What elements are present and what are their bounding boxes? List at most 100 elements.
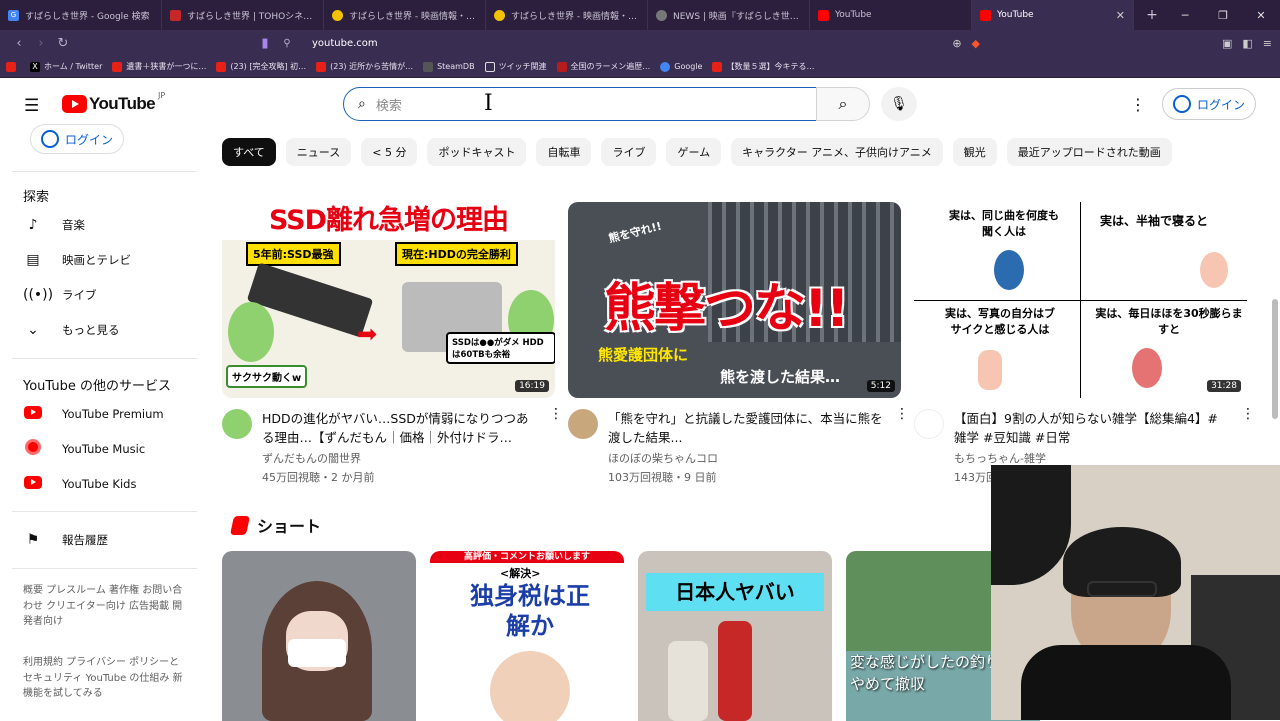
youtube-icon xyxy=(112,61,123,72)
sidebar-login-button[interactable]: ログイン xyxy=(30,124,125,154)
sidebar-item-movies[interactable]: ▤ 映画とテレビ xyxy=(23,248,131,272)
video-title[interactable]: HDDの進化がヤバい…SSDが情弱になりつつある理由…【ずんだもん｜価格｜外付け… xyxy=(262,409,537,447)
channel-name[interactable]: もちっちゃん-雑学 xyxy=(954,450,1229,466)
channel-name[interactable]: ずんだもんの闇世界 xyxy=(262,450,537,466)
chip[interactable]: < 5 分 xyxy=(361,138,418,166)
menu-icon[interactable]: ≡ xyxy=(1263,37,1272,50)
sidebar-item-music-service[interactable]: YouTube Music xyxy=(23,437,145,461)
chip[interactable]: 最近アップロードされた動画 xyxy=(1006,138,1172,166)
youtube-icon xyxy=(712,61,723,72)
close-icon[interactable]: ✕ xyxy=(1116,9,1125,22)
youtube-logo[interactable]: YouTube JP xyxy=(62,91,165,114)
bookmark-item[interactable]: 【数量５選】今キテる… xyxy=(712,61,814,72)
chip[interactable]: 観光 xyxy=(952,138,997,166)
browser-tab[interactable]: NEWS | 映画『すばらしき世界』オフィシャル xyxy=(648,0,810,30)
video-title[interactable]: 【面白】9割の人が知らない雑学【総集編4】#雑学 #豆知識 #日常 xyxy=(954,409,1229,447)
close-window-icon[interactable]: ✕ xyxy=(1242,9,1280,22)
short-card[interactable]: 高評価・コメントお願いします <解決> 独身税は正解か xyxy=(430,551,624,721)
bookmark-item[interactable]: (23) [完全攻略] 初… xyxy=(216,61,306,72)
bookmark-item[interactable]: ツイッチ関連 xyxy=(484,61,547,72)
chip[interactable]: ライブ xyxy=(601,138,657,166)
zoom-icon[interactable]: ⊕ xyxy=(952,37,961,50)
bookmark-item[interactable]: 遺書＋狭書が一つに… xyxy=(112,61,206,72)
bookmark-item[interactable]: SteamDB xyxy=(423,61,475,72)
browser-tab-active[interactable]: YouTube ✕ xyxy=(972,0,1134,30)
brave-shield-icon[interactable]: ◆ xyxy=(972,37,980,50)
channel-avatar[interactable] xyxy=(914,409,944,439)
thumb-caption: 実は、半袖で寝ると xyxy=(1100,214,1209,228)
more-options-icon[interactable]: ⋮ xyxy=(1130,95,1146,114)
browser-tab[interactable]: G すばらしき世界 - Google 検索 xyxy=(0,0,162,30)
sidebar-item-label: YouTube Kids xyxy=(62,477,137,491)
chip[interactable]: ニュース xyxy=(285,138,352,166)
duration-badge: 31:28 xyxy=(1207,380,1241,392)
video-meta: 103万回視聴・9 日前 xyxy=(608,471,717,484)
voice-search-button[interactable]: 🎙 xyxy=(881,87,917,121)
chip[interactable]: すべて xyxy=(222,138,276,166)
video-card[interactable]: 実は、同じ曲を何度も聞く人は 実は、半袖で寝ると 実は、写真の自分はブサイクと感… xyxy=(914,202,1255,485)
login-button[interactable]: ログイン xyxy=(1162,88,1257,120)
video-card[interactable]: 熊を守れ!! 熊撃つな!! 熊愛護団体に 熊を渡した結果… 5:12 「熊を守れ… xyxy=(568,202,909,485)
back-icon[interactable]: ‹ xyxy=(8,36,30,51)
browser-tab[interactable]: YouTube xyxy=(810,0,972,30)
chip[interactable]: 自転車 xyxy=(536,138,592,166)
sidebar-item-music[interactable]: ♪ 音楽 xyxy=(23,213,85,237)
site-info-icon[interactable]: ⚲ xyxy=(276,38,298,49)
hamburger-menu-icon[interactable]: ☰ xyxy=(24,96,42,116)
reload-icon[interactable]: ↻ xyxy=(52,36,74,51)
channel-avatar[interactable] xyxy=(568,409,598,439)
maximize-icon[interactable]: ❐ xyxy=(1204,9,1242,22)
sidebar-item-label: もっと見る xyxy=(62,323,120,337)
short-card[interactable]: 日本人ヤバい xyxy=(638,551,832,721)
footer-links[interactable]: 利用規約 プライバシー ポリシーとセキュリティ YouTube の仕組み 新機能… xyxy=(23,655,183,702)
url-field[interactable]: youtube.com xyxy=(312,38,378,49)
video-card[interactable]: SSD離れ急増の理由 5年前:SSD最強 現在:HDDの完全勝利 ➡ サクサク動… xyxy=(222,202,563,485)
bookmark-icon[interactable]: ▮ xyxy=(254,36,276,51)
bookmark-label: ツイッチ関連 xyxy=(498,62,547,71)
browser-tab[interactable]: すばらしき世界 - 映画情報・レビュー・評価 xyxy=(324,0,486,30)
new-tab-icon[interactable]: + xyxy=(1142,7,1162,23)
channel-name[interactable]: ほのぼの柴ちゃんコロ xyxy=(608,450,883,466)
browser-tab[interactable]: すばらしき世界 - 映画情報・レビュー・評価 xyxy=(486,0,648,30)
scrollbar[interactable] xyxy=(1272,299,1278,419)
flag-icon: ⚑ xyxy=(26,532,40,548)
sidebar-item-kids[interactable]: YouTube Kids xyxy=(23,472,136,496)
short-card[interactable] xyxy=(222,551,416,721)
bookmark-item[interactable] xyxy=(6,61,20,72)
bookmark-item[interactable]: Google xyxy=(660,61,702,72)
browser-tab[interactable]: すばらしき世界 | TOHOシネマズ xyxy=(162,0,324,30)
bookmark-item[interactable]: X ホーム / Twitter xyxy=(30,61,102,72)
sidebar-item-report-history[interactable]: ⚑ 報告履歴 xyxy=(23,528,108,552)
chip[interactable]: ポッドキャスト xyxy=(427,138,527,166)
footer-links[interactable]: 概要 プレスルーム 著作権 お問い合わせ クリエイター向け 広告掲載 開発者向け xyxy=(23,583,183,630)
sidebar-item-more[interactable]: ⌄ もっと見る xyxy=(23,318,120,342)
video-thumbnail[interactable]: 熊を守れ!! 熊撃つな!! 熊愛護団体に 熊を渡した結果… 5:12 xyxy=(568,202,901,398)
minimize-icon[interactable]: ─ xyxy=(1166,9,1204,22)
text-cursor-icon: I xyxy=(484,91,493,116)
chip[interactable]: キャラクター アニメ、子供向けアニメ xyxy=(731,138,943,166)
user-icon xyxy=(41,130,59,148)
video-thumbnail[interactable]: SSD離れ急増の理由 5年前:SSD最強 現在:HDDの完全勝利 ➡ サクサク動… xyxy=(222,202,555,398)
person-illustration xyxy=(994,250,1024,290)
search-button[interactable]: ⌕ xyxy=(816,87,870,121)
more-options-icon[interactable]: ⋮ xyxy=(895,406,909,422)
sidebar-item-label: 音楽 xyxy=(62,218,85,232)
sidebar-item-live[interactable]: ((•)) ライブ xyxy=(23,283,97,307)
search-placeholder: 検索 xyxy=(375,98,402,114)
bookmark-item[interactable]: 全国のラーメン遍歴… xyxy=(556,61,650,72)
sidebar-icon[interactable]: ◧ xyxy=(1242,37,1252,50)
bookmark-item[interactable]: (23) 近所から苦情が… xyxy=(316,61,413,72)
search-icon: ⌕ xyxy=(838,94,848,113)
sidebar-item-premium[interactable]: YouTube Premium xyxy=(23,402,164,426)
more-options-icon[interactable]: ⋮ xyxy=(549,406,563,422)
video-title[interactable]: 「熊を守れ」と抗議した愛護団体に、本当に熊を渡した結果... xyxy=(608,409,883,447)
more-options-icon[interactable]: ⋮ xyxy=(1241,406,1255,422)
video-thumbnail[interactable]: 実は、同じ曲を何度も聞く人は 実は、半袖で寝ると 実は、写真の自分はブサイクと感… xyxy=(914,202,1247,398)
forward-icon[interactable]: › xyxy=(30,36,52,51)
chip[interactable]: ゲーム xyxy=(666,138,722,166)
search-icon: ⌕ xyxy=(358,96,366,112)
tab-search-icon[interactable]: ▣ xyxy=(1222,37,1232,50)
channel-avatar[interactable] xyxy=(222,409,252,439)
bookmark-label: 遺書＋狭書が一つに… xyxy=(126,62,207,71)
search-input[interactable]: ⌕ 検索 xyxy=(343,87,817,121)
